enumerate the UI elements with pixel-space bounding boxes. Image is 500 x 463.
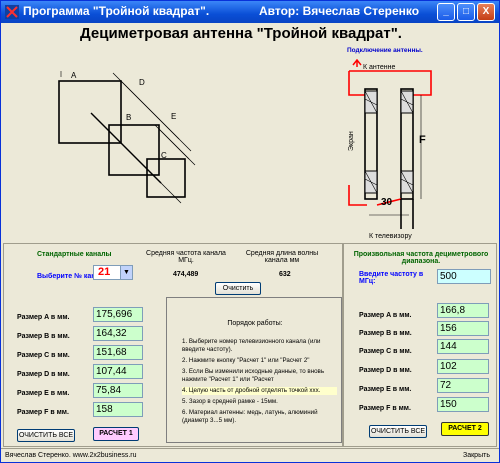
size-f-field[interactable]: 158 — [93, 402, 143, 417]
right-size-f-label: Размер F в мм. — [359, 405, 411, 412]
procedure-step: 3. Если Вы изменили исходные данные, то … — [182, 368, 325, 383]
dim-30-label: 30 — [381, 197, 393, 208]
right-size-d-field[interactable]: 102 — [437, 359, 489, 374]
close-link[interactable]: Закрыть — [463, 452, 490, 459]
to-antenna-label: К антенне — [363, 64, 396, 71]
size-c-label: Размер C в мм. — [17, 352, 70, 359]
diagram-label-d: D — [139, 78, 145, 87]
diagram-label-c: C — [161, 151, 167, 160]
title-bar: Программа "Тройной квадрат". Автор: Вяче… — [1, 1, 499, 23]
clear-all-right-button[interactable]: ОЧИСТИТЬ ВСЕ — [369, 425, 427, 438]
wave-value: 632 — [279, 271, 291, 278]
right-size-e-label: Размер E в мм. — [359, 386, 412, 393]
right-size-b-field[interactable]: 156 — [437, 321, 489, 336]
chevron-down-icon[interactable]: ▼ — [120, 266, 132, 279]
size-a-label: Размер A в мм. — [17, 314, 70, 321]
size-a-field[interactable]: 175,696 — [93, 307, 143, 322]
app-icon — [5, 5, 19, 19]
minimize-button[interactable]: _ — [437, 3, 455, 21]
connection-title: Подключение антенны. — [347, 47, 423, 54]
wave-header: Средняя длина волны канала мм — [245, 250, 319, 264]
f-dimension-label: F — [419, 134, 426, 146]
right-size-c-label: Размер C в мм. — [359, 348, 412, 355]
app-window: Программа "Тройной квадрат". Автор: Вяче… — [0, 0, 500, 463]
procedure-step: 5. Зазор в средней рамке - 15мм. — [182, 398, 278, 405]
freq-header: Средняя частота канала МГц. — [146, 250, 226, 264]
clear-button[interactable]: Очистить — [215, 282, 261, 295]
right-size-a-label: Размер A в мм. — [359, 312, 412, 319]
to-tv-label: К телевизору — [369, 233, 412, 240]
maximize-button[interactable]: □ — [457, 3, 475, 21]
diagram-label-b: B — [126, 113, 131, 122]
custom-freq-label: Введите частоту в МГц: — [359, 271, 424, 285]
procedure-title: Порядок работы: — [227, 320, 283, 327]
right-size-c-field[interactable]: 144 — [437, 339, 489, 354]
size-b-field[interactable]: 164,32 — [93, 326, 143, 341]
screen-label: Экран — [348, 131, 355, 151]
channel-select[interactable]: 21 ▼ — [93, 265, 133, 280]
size-f-label: Размер F в мм. — [17, 409, 69, 416]
right-size-f-field[interactable]: 150 — [437, 397, 489, 412]
right-size-a-field[interactable]: 166,8 — [437, 303, 489, 318]
procedure-step: 6. Материал антенны: медь, латунь, алюми… — [182, 409, 318, 424]
custom-freq-input[interactable]: 500 — [437, 269, 491, 284]
standard-channels-title: Стандартные каналы — [37, 251, 112, 258]
size-e-label: Размер E в мм. — [17, 390, 70, 397]
procedure-step: 1. Выберите номер телевизионного канала … — [182, 338, 321, 353]
procedure-step: 4. Целую часть от дробной отделять точко… — [182, 387, 337, 395]
size-d-field[interactable]: 107,44 — [93, 364, 143, 379]
credits-text: Вячеслав Стеренко. www.2x2business.ru — [5, 452, 137, 459]
procedure-box: Порядок работы: 1. Выберите номер телеви… — [166, 297, 342, 443]
procedure-step: 2. Нажмите кнопку "Расчет 1" или "Расчет… — [182, 357, 310, 364]
close-window-button[interactable]: X — [477, 3, 495, 21]
diagram-label-e: E — [171, 112, 176, 121]
procedure-steps: 1. Выберите номер телевизионного канала … — [182, 338, 337, 428]
window-author: Автор: Вячеслав Стеренко — [259, 4, 420, 18]
status-bar: Вячеслав Стеренко. www.2x2business.ru За… — [1, 448, 499, 462]
freq-value: 474,489 — [173, 271, 199, 278]
size-e-field[interactable]: 75,84 — [93, 383, 143, 398]
calc2-button[interactable]: РАСЧЕТ 2 — [441, 422, 489, 436]
clear-all-left-button[interactable]: ОЧИСТИТЬ ВСЕ — [17, 429, 75, 442]
connection-diagram: К антенне F Экран 30 К телевизору — [348, 59, 432, 240]
page-title: Дециметровая антенна "Тройной квадрат". — [80, 25, 402, 42]
size-b-label: Размер B в мм. — [17, 333, 70, 340]
right-size-b-label: Размер B в мм. — [359, 330, 412, 337]
calc1-button[interactable]: РАСЧЕТ 1 — [93, 427, 139, 441]
custom-frequency-title: Произвольная частота дециметрового диапа… — [353, 251, 489, 265]
size-c-field[interactable]: 151,68 — [93, 345, 143, 360]
right-size-e-field[interactable]: 72 — [437, 378, 489, 393]
channel-value: 21 — [98, 266, 111, 278]
right-size-d-label: Размер D в мм. — [359, 367, 412, 374]
size-d-label: Размер D в мм. — [17, 371, 70, 378]
diagram-label-a: A — [71, 71, 77, 80]
window-title: Программа "Тройной квадрат". — [23, 4, 210, 18]
antenna-diagram: A B C D E — [58, 71, 196, 204]
